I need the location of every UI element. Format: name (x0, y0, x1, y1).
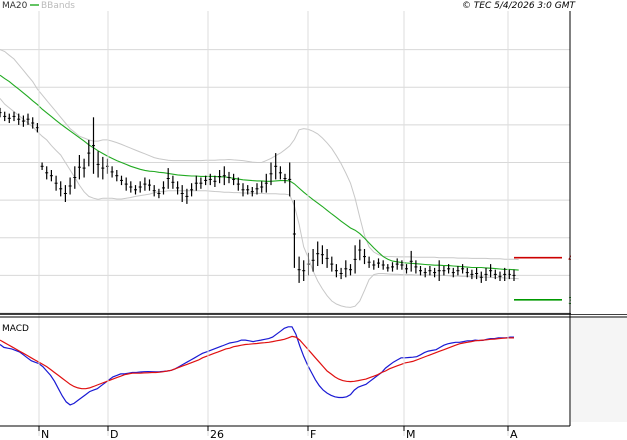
macd-series-line (0, 326, 514, 406)
bbands-legend: BBands (41, 1, 75, 11)
macd-axis-bg (571, 318, 627, 422)
x-tick-label: M (406, 428, 416, 440)
ma20-polyline (0, 74, 519, 271)
x-tick-label: F (310, 428, 316, 440)
price-panel: 1000900800700600500400 447335 (0, 10, 620, 315)
macd-title: MACD (2, 324, 29, 334)
macd-lines (0, 326, 514, 406)
price-axis-bg (571, 12, 627, 314)
copyright-text: © TEC 5/4/2026 3:0 GMT (462, 1, 577, 11)
x-tick-label: N (41, 428, 49, 440)
bband-lower-line (0, 98, 519, 308)
chart-header: MA20 BBands © TEC 5/4/2026 3:0 GMT (2, 1, 576, 11)
x-tick-label: 26 (210, 428, 224, 440)
chart-canvas: MA20 BBands © TEC 5/4/2026 3:0 GMT 10009… (0, 1, 627, 440)
ma20-legend: MA20 (2, 1, 28, 11)
ma20-line (0, 74, 519, 271)
x-axis: N D 26 F M A (38, 11, 518, 440)
signal-series-line (0, 335, 514, 390)
x-tick-label: A (510, 428, 518, 440)
x-tick-label: D (110, 428, 118, 440)
macd-panel: MACD −010−030−050 (0, 324, 620, 406)
bollinger-bands (0, 49, 519, 308)
bband-upper-line (0, 49, 519, 261)
